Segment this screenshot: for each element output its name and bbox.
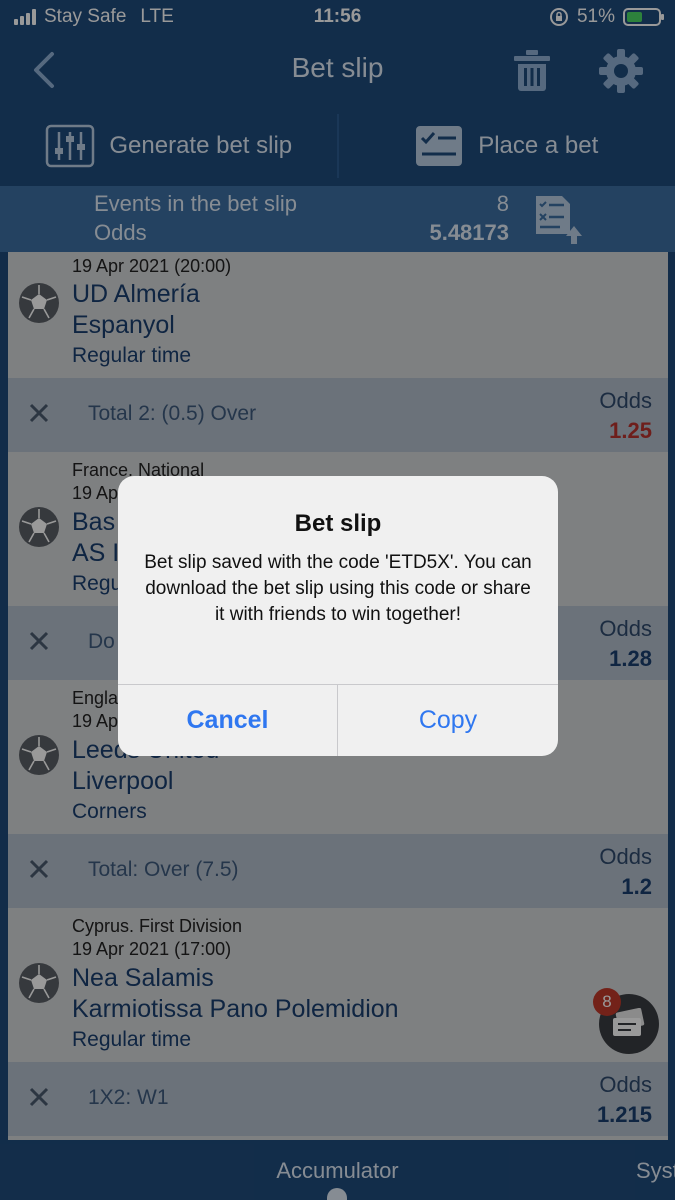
- dialog-title: Bet slip: [294, 510, 382, 537]
- cancel-button[interactable]: Cancel: [118, 685, 337, 756]
- bet-slip-dialog: Bet slip Bet slip saved with the code 'E…: [118, 476, 558, 756]
- copy-button[interactable]: Copy: [338, 685, 558, 756]
- dialog-message: Bet slip saved with the code 'ETD5X'. Yo…: [144, 552, 532, 625]
